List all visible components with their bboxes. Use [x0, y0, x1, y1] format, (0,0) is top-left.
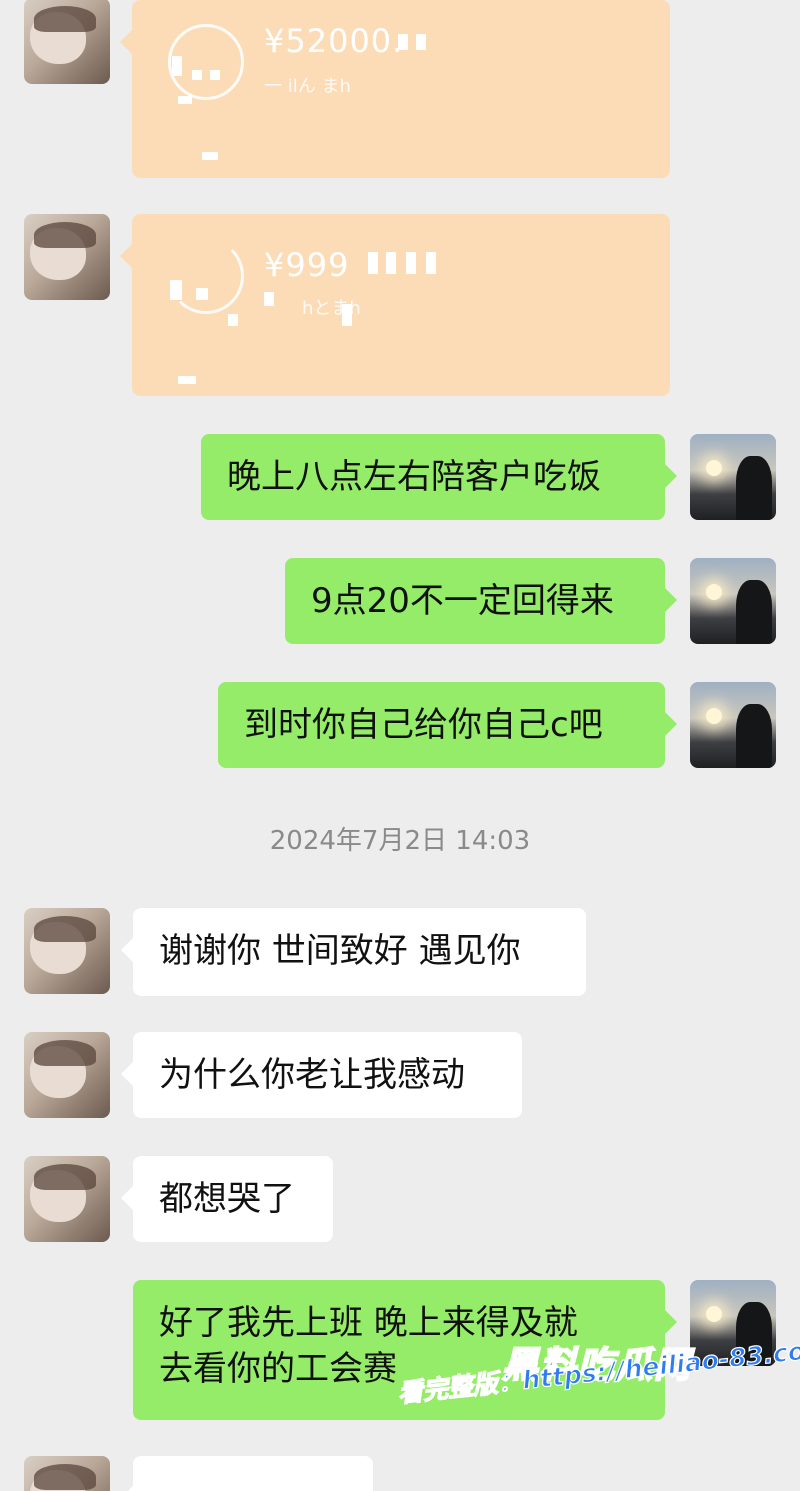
sent-message[interactable]: 晚上八点左右陪客户吃饭: [201, 434, 677, 520]
contact-avatar[interactable]: [24, 214, 110, 300]
sent-message[interactable]: 到时你自己给你自己c吧: [218, 682, 677, 768]
redaction-block: [406, 252, 416, 274]
transfer-card[interactable]: ¥52000. 一 ilん まh: [120, 0, 670, 178]
redaction-block: [178, 96, 192, 104]
contact-avatar[interactable]: [24, 1032, 110, 1118]
self-avatar[interactable]: [690, 434, 776, 520]
received-message[interactable]: 都想哭了: [121, 1156, 333, 1242]
redaction-block: [178, 376, 196, 384]
received-message[interactable]: 谢谢你 世间致好 遇见你: [121, 908, 586, 996]
redaction-block: [386, 252, 396, 274]
transfer-note: 一 ilん まh: [264, 76, 351, 97]
chat-timestamp: 2024年7月2日 14:03: [269, 826, 531, 856]
contact-avatar[interactable]: [24, 1456, 110, 1491]
redaction-block: [426, 252, 436, 274]
received-message[interactable]: 为什么你老让我感动: [121, 1032, 522, 1118]
sent-message[interactable]: 9点20不一定回得来: [285, 558, 677, 644]
self-avatar[interactable]: [690, 682, 776, 768]
redaction-block: [210, 70, 220, 80]
redaction-block: [398, 34, 408, 50]
transfer-icon: [168, 238, 244, 314]
contact-avatar[interactable]: [24, 908, 110, 994]
redaction-block: [172, 56, 182, 76]
transfer-card[interactable]: ¥999 hとまh: [120, 214, 670, 396]
redaction-block: [416, 34, 426, 50]
redaction-block: [342, 304, 352, 326]
received-message[interactable]: [121, 1456, 373, 1491]
self-avatar[interactable]: [690, 558, 776, 644]
redaction-block: [368, 252, 378, 274]
contact-avatar[interactable]: [24, 0, 110, 84]
redaction-block: [192, 70, 202, 80]
redaction-block: [202, 152, 218, 160]
transfer-note: hとまh: [302, 298, 361, 319]
redaction-block: [170, 280, 182, 300]
contact-avatar[interactable]: [24, 1156, 110, 1242]
redaction-block: [228, 314, 238, 326]
transfer-amount: ¥999: [264, 246, 350, 284]
redaction-block: [196, 288, 208, 300]
transfer-amount: ¥52000.: [264, 22, 404, 60]
redaction-block: [264, 292, 274, 306]
